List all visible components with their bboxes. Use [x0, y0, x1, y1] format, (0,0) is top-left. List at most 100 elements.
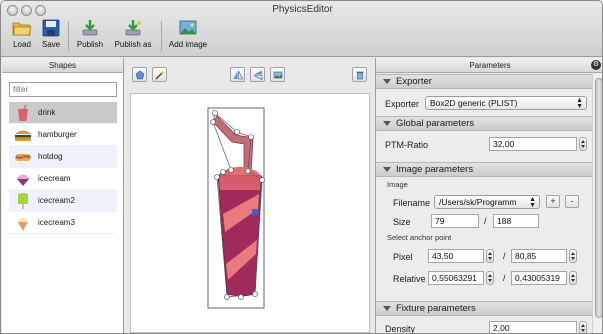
- publish-icon: [82, 20, 98, 36]
- title-toolbar: PhysicsEditor Load Save Publish Publish …: [1, 1, 602, 57]
- pentagon-icon: [135, 70, 144, 79]
- options-icon[interactable]: ⚙: [591, 60, 601, 70]
- add-image-file-button[interactable]: +: [546, 195, 560, 208]
- exporter-value: Box2D generic (PLIST): [430, 98, 518, 108]
- pixel-label: Pixel: [393, 252, 413, 262]
- image-icon: [273, 71, 282, 78]
- section-fixture-parameters[interactable]: Fixture parameters: [376, 301, 592, 316]
- editor-canvas[interactable]: [130, 93, 370, 333]
- select-arrows-icon: ▲ ▼: [529, 196, 536, 209]
- size-height-field: 188: [493, 214, 539, 228]
- magic-wand-icon: [155, 70, 165, 79]
- scrollbar-thumb[interactable]: [595, 78, 602, 318]
- list-item-label: hotdog: [38, 152, 63, 161]
- pixel-x-field[interactable]: 43,50: [428, 249, 484, 263]
- canvas-toolbar: [124, 58, 375, 86]
- collapse-triangle-icon: [383, 306, 391, 311]
- size-width-field: 79: [431, 214, 479, 228]
- trash-icon: [356, 71, 363, 79]
- filename-value: /Users/sk/Programm: [439, 197, 517, 207]
- window-title: PhysicsEditor: [272, 4, 333, 15]
- load-button[interactable]: Load: [9, 19, 35, 53]
- relative-label: Relative: [393, 274, 426, 284]
- parameters-title: Parameters: [469, 61, 511, 70]
- icecream-icon: [12, 169, 34, 189]
- hotdog-icon: [12, 147, 34, 167]
- list-item-icecream2[interactable]: icecream2: [9, 190, 117, 212]
- flip-vertical-button[interactable]: [250, 67, 265, 82]
- collapse-triangle-icon: [383, 79, 391, 84]
- collapse-triangle-icon: [383, 121, 391, 126]
- toolbar-divider: [68, 21, 69, 51]
- collapse-triangle-icon: [383, 167, 391, 172]
- section-title: Global parameters: [396, 118, 475, 129]
- density-label: Density: [385, 324, 416, 334]
- publish-as-button[interactable]: Publish as: [113, 19, 153, 53]
- flip-vertical-icon: [253, 70, 262, 80]
- list-item-hamburger[interactable]: hamburger: [9, 124, 117, 146]
- list-item-icecream[interactable]: icecream: [9, 168, 117, 190]
- list-item-drink[interactable]: drink: [9, 102, 117, 124]
- toolbar-divider: [161, 21, 162, 51]
- ptm-ratio-stepper[interactable]: [579, 137, 587, 151]
- publish-as-label: Publish as: [114, 40, 152, 49]
- relative-y-stepper[interactable]: [569, 271, 577, 285]
- parameters-panel: Parameters ⚙ Exporter Exporter Box2D gen…: [376, 58, 602, 334]
- list-item-label: icecream2: [38, 196, 75, 205]
- publish-button[interactable]: Publish: [75, 19, 105, 53]
- list-item-hotdog[interactable]: hotdog: [9, 146, 117, 168]
- list-item-label: hamburger: [38, 130, 77, 139]
- parameters-scrollbar[interactable]: [592, 74, 602, 333]
- list-item-icecream3[interactable]: icecream3: [9, 212, 117, 234]
- pixel-y-stepper[interactable]: [569, 249, 577, 263]
- straw: [212, 115, 254, 175]
- add-image-icon: [179, 20, 197, 35]
- image-group-label: Image: [387, 180, 408, 189]
- ptm-ratio-label: PTM-Ratio: [385, 140, 429, 150]
- relative-x-stepper[interactable]: [486, 271, 494, 285]
- shape-list: drink hamburger hotdog icecream icecream…: [9, 102, 117, 234]
- remove-image-file-button[interactable]: -: [565, 195, 579, 208]
- filter-input[interactable]: [9, 82, 117, 97]
- density-stepper[interactable]: [579, 321, 587, 333]
- publish-as-icon: [125, 20, 141, 36]
- canvas-panel: [124, 58, 376, 333]
- list-item-label: icecream3: [38, 218, 75, 227]
- app-window: PhysicsEditor Load Save Publish Publish …: [0, 0, 603, 334]
- cup-body: [217, 175, 263, 297]
- density-field[interactable]: 2,00: [489, 321, 577, 333]
- publish-label: Publish: [76, 40, 104, 49]
- parameters-body: Exporter Exporter Box2D generic (PLIST) …: [376, 74, 592, 334]
- ptm-ratio-field[interactable]: 32,00: [489, 137, 577, 151]
- relative-x-field[interactable]: 0,55063291: [428, 271, 484, 285]
- magic-wand-button[interactable]: [152, 67, 167, 82]
- pixel-x-stepper[interactable]: [486, 249, 494, 263]
- size-separator: /: [484, 216, 487, 226]
- drink-icon: [12, 103, 34, 123]
- save-button[interactable]: Save: [39, 19, 63, 53]
- flip-horizontal-button[interactable]: [230, 67, 245, 82]
- hamburger-icon: [12, 125, 34, 145]
- section-title: Fixture parameters: [396, 303, 476, 314]
- save-label: Save: [41, 40, 61, 49]
- delete-shape-button[interactable]: [352, 67, 367, 82]
- filename-select[interactable]: /Users/sk/Programm ▲ ▼: [434, 195, 540, 209]
- floppy-disk-icon: [42, 19, 60, 37]
- anchor-point[interactable]: [252, 209, 258, 215]
- relative-y-field[interactable]: 0,43005319: [511, 271, 567, 285]
- shape-tracer-button[interactable]: [132, 67, 147, 82]
- load-label: Load: [13, 40, 31, 49]
- list-item-label: drink: [38, 108, 56, 117]
- section-global-parameters[interactable]: Global parameters: [376, 116, 592, 131]
- exporter-select[interactable]: Box2D generic (PLIST) ▲ ▼: [425, 96, 587, 110]
- image-view-button[interactable]: [270, 67, 285, 82]
- icecream3-icon: [12, 213, 34, 233]
- section-image-parameters[interactable]: Image parameters: [376, 162, 592, 177]
- filename-label: Filename: [393, 198, 431, 208]
- pixel-y-field[interactable]: 80,85: [511, 249, 567, 263]
- add-image-button[interactable]: Add image: [167, 19, 209, 53]
- section-exporter[interactable]: Exporter: [376, 74, 592, 89]
- list-item-label: icecream: [38, 174, 71, 183]
- icecream2-icon: [12, 191, 34, 211]
- select-arrows-icon: ▲ ▼: [576, 97, 583, 110]
